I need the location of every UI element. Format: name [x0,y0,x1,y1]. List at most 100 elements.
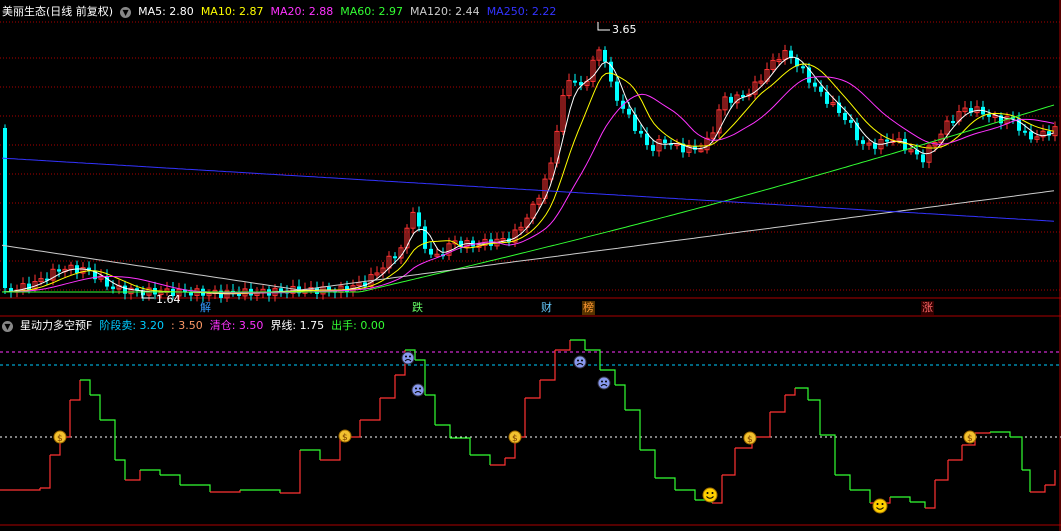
sad-face-icon [419,387,421,390]
step-segment [240,489,281,493]
step-segment [160,474,181,485]
chevron-down-icon[interactable]: ▼ [2,320,13,332]
candle-body [849,120,853,123]
candle-body [813,82,817,87]
money-bag-icon: $ [57,434,63,444]
candle-body [801,66,805,69]
ma10-line [1,63,1055,294]
candle-body [393,256,397,259]
stock-chart-window: 3.65 1.64 $ $ $ $ $ 美丽生态 (日线 前复权) ▼ MA5: 2.80 M… [0,0,1061,531]
step-segment [910,501,926,508]
ma250-line [1,157,1055,222]
event-tag-0[interactable]: 解 [199,301,212,315]
ma-indicator-3: MA60: 2.97 [340,5,403,18]
step-segment [570,339,586,350]
step-segment [0,488,41,491]
smile-face-icon [706,492,709,494]
candle-body [615,81,619,101]
step-segment [100,419,116,460]
smile-face-icon [711,492,714,494]
candle-body [885,139,889,142]
step-segment [890,496,911,502]
step-segment [585,349,601,370]
candle-body [111,286,115,289]
candle-body [417,212,421,227]
stock-name: 美丽生态 [2,5,46,18]
candle-body [951,121,955,124]
event-tag-4[interactable]: 涨 [921,301,934,315]
sad-face-icon [597,376,611,390]
step-segment [935,460,949,481]
candle-body [1023,130,1027,133]
step-segment [835,474,851,490]
step-segment [925,480,936,509]
event-tag-2[interactable]: 财 [540,301,553,315]
ma-indicator-5: MA250: 2.22 [486,5,557,18]
smile-face-icon [702,487,718,503]
candle-body [903,138,907,151]
ma-indicator-0: MA5: 2.80 [138,5,194,18]
event-tag-1[interactable]: 跌 [411,301,424,315]
high-marker [597,22,610,31]
sad-face-icon [409,355,411,358]
step-segment [948,445,963,461]
candle-body [861,140,865,144]
step-segment [300,449,321,460]
candle-body [921,154,925,163]
sad-face-icon [577,359,579,362]
ma-indicators: MA5: 2.80 MA10: 2.87 MA20: 2.88 MA60: 2.97 M… [138,3,563,21]
step-segment [1045,470,1056,486]
sad-face-icon [573,355,587,369]
money-bag-icon: $ [747,435,753,445]
step-segment [425,394,436,425]
step-segment [80,379,91,395]
step-segment [808,399,821,435]
candle-body [573,80,577,83]
sad-face-icon [405,355,407,358]
step-segment [525,380,541,399]
step-segment [990,431,1011,437]
step-segment [850,489,871,503]
step-segment [1022,469,1031,492]
step-segment [1030,485,1046,493]
step-segment [470,454,491,465]
step-segment [435,424,451,438]
sad-face-icon [601,380,603,383]
main-panel-header: 美丽生态 (日线 前复权) ▼ MA5: 2.80 MA10: 2.87 MA20:… [2,3,570,21]
ma60-line [2,104,1055,293]
step-segment [210,490,241,493]
step-segment [640,449,656,478]
sub-indicator-name: 星动力多空预F [20,319,93,332]
sub-indicator-2: 清仓: 3.50 [209,319,264,332]
ma5-line [1,56,1055,295]
step-segment [140,469,161,475]
smile-face-icon [872,498,888,514]
smile-face-icon [881,503,884,505]
sub-indicator-3: 界线: 1.75 [270,319,325,332]
sub-indicator-4: 出手: 0.00 [331,319,385,332]
chart-canvas[interactable]: 3.65 1.64 $ $ $ $ $ [0,0,1061,531]
chevron-down-icon[interactable]: ▼ [120,6,132,18]
ma-indicator-2: MA20: 2.88 [270,5,334,18]
high-label: 3.65 [612,23,637,36]
step-segment [820,434,836,475]
candle-body [639,130,643,134]
candle-body [27,283,31,290]
sad-face-icon [401,351,415,365]
sub-panel-header: ▼ 星动力多空预F 阶段卖: 3.20: 3.50 清仓: 3.50 界线: 1.7… [2,317,399,335]
candle-body [663,139,667,144]
candle-body [651,145,655,151]
step-segment [360,398,381,421]
candle-body [987,114,991,117]
step-segment [795,387,809,400]
step-segment [280,450,301,494]
step-segment [180,484,211,492]
step-segment [722,448,736,476]
candle-body [57,269,61,272]
step-segment [752,412,771,438]
candle-body [1029,131,1033,140]
low-label: 1.64 [156,293,181,306]
step-segment [125,470,141,481]
event-tag-3[interactable]: 榜 [582,301,595,315]
smile-face-icon [876,503,879,505]
